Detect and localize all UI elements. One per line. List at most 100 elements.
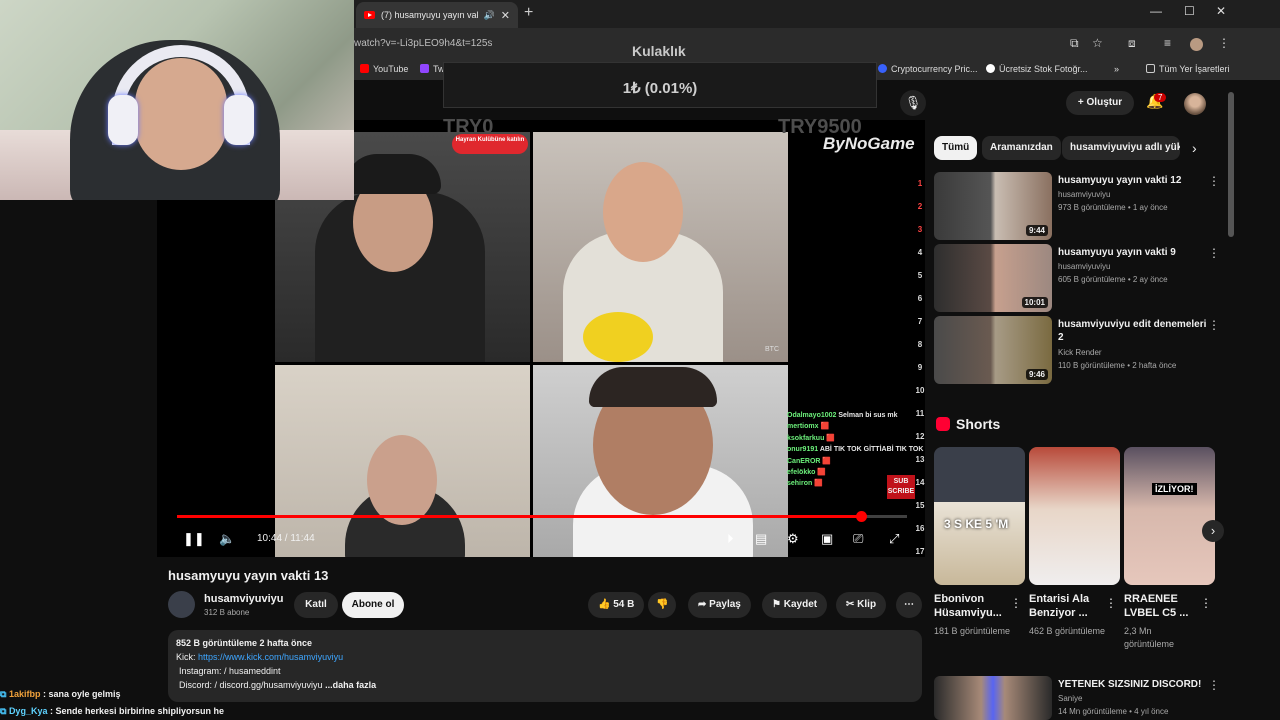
short-title[interactable]: Ebonivon Hüsamviyu... [934, 592, 1014, 620]
profile-icon[interactable] [1190, 38, 1203, 51]
thumbs-up-icon: 👍 [598, 599, 611, 610]
cast-icon[interactable]: ⎚ [853, 531, 863, 547]
bookmark-youtube[interactable]: YouTube [360, 64, 408, 74]
speaker-icon: 🔊 [483, 9, 495, 20]
short-views: 181 B görüntüleme [934, 626, 1011, 636]
recommendation-3[interactable]: 9:46 husamviyuviyu edit denemeleri 2 Kic… [934, 316, 1224, 384]
more-vert-icon[interactable]: ⋮ [1208, 174, 1220, 188]
webcam-overlay [0, 0, 354, 200]
recommendation-4[interactable]: YETENEK SIZSINIZ DISCORD! Saniye 14 Mn g… [934, 676, 1224, 720]
pause-icon[interactable]: ❚❚ [183, 531, 205, 547]
settings-gear-icon[interactable]: ⚙ [787, 531, 799, 547]
progress-bar[interactable] [177, 511, 907, 522]
fullscreen-icon[interactable]: ⤢ [889, 531, 899, 547]
donation-amount: 1₺ (0.01%) [622, 80, 698, 97]
rec-title: YETENEK SIZSINIZ DISCORD! [1058, 679, 1202, 690]
recommendation-2[interactable]: 10:01 husamyuyu yayın vakti 9 husamviyuv… [934, 244, 1224, 312]
bookmarks-overflow[interactable]: » [1114, 64, 1119, 74]
more-vert-icon[interactable]: ⋮ [1105, 596, 1117, 610]
chevron-right-icon[interactable]: › [1192, 140, 1197, 156]
row-number: 17 [915, 547, 925, 556]
short-1[interactable]: 3 S KE 5 'M [934, 447, 1025, 585]
close-tab-icon[interactable]: ✕ [501, 9, 510, 22]
miniplayer-icon[interactable]: ▣ [821, 531, 833, 547]
minimize-button[interactable]: — [1150, 4, 1162, 18]
notification-badge: 7 [1154, 93, 1167, 102]
twitch-chat-overlay: ⧉ 1akifbp : sana oyle gelmiş ⧉ Dyg_Kya :… [0, 686, 224, 720]
subtitles-icon[interactable]: ▤ [755, 531, 767, 547]
duration-badge: 9:44 [1025, 225, 1048, 236]
more-actions-button[interactable]: ⋯ [896, 592, 922, 618]
bookmark-star-icon[interactable]: ☆ [1092, 36, 1103, 50]
row-number: 6 [917, 294, 923, 303]
rec-meta: 110 B görüntüleme • 2 hafta önce [1058, 361, 1177, 370]
short-title[interactable]: Entarisi Ala Benziyor ... [1029, 592, 1109, 620]
install-icon[interactable]: ⧉ [1070, 36, 1079, 51]
menu-icon[interactable]: ⋮ [1218, 36, 1230, 50]
row-number: 7 [917, 317, 923, 326]
scrollbar[interactable] [1228, 92, 1234, 237]
more-vert-icon[interactable]: ⋮ [1208, 678, 1220, 692]
short-title[interactable]: RRAENEE LVBEL C5 ... [1124, 592, 1204, 620]
more-vert-icon[interactable]: ⋮ [1208, 246, 1220, 260]
shorts-next-button[interactable]: › [1202, 520, 1224, 542]
share-button[interactable]: ➦ Paylaş [688, 592, 751, 618]
more-vert-icon[interactable]: ⋮ [1200, 596, 1212, 610]
create-button[interactable]: + Oluştur [1066, 91, 1134, 115]
thumbnail: 9:44 [934, 172, 1052, 240]
join-button[interactable]: Katıl [294, 592, 338, 618]
recommendation-1[interactable]: 9:44 husamyuyu yayın vakti 12 husamviyuv… [934, 172, 1224, 240]
progress-handle[interactable] [856, 511, 867, 522]
avatar[interactable] [1184, 93, 1206, 115]
stream-chat-line: Odalmayo1002 Selman bi sus mk [787, 412, 898, 419]
chip-from-search[interactable]: Aramanızdan [982, 136, 1061, 160]
short-2[interactable] [1029, 447, 1120, 585]
donation-goal-overlay: 1₺ (0.01%) [443, 62, 877, 108]
rec-channel: Saniye [1058, 694, 1083, 703]
media-icon[interactable]: ≡ [1164, 36, 1171, 50]
short-badge: İZLİYOR! [1152, 483, 1197, 495]
thumbnail [934, 676, 1052, 720]
scissors-icon: ✂ [846, 599, 855, 610]
video-title: husamyuyu yayın vakti 13 [168, 568, 329, 583]
volume-icon[interactable]: 🔈 [219, 531, 235, 547]
clip-button[interactable]: ✂ Klip [836, 592, 887, 618]
more-vert-icon[interactable]: ⋮ [1010, 596, 1022, 610]
close-window-button[interactable]: ✕ [1216, 4, 1226, 18]
thumbs-down-icon: 👎 [656, 599, 669, 610]
bookmark-all[interactable]: Tüm Yer İşaretleri [1146, 64, 1230, 74]
maximize-button[interactable]: ☐ [1184, 4, 1195, 18]
show-more-link[interactable]: ...daha fazla [325, 680, 376, 690]
new-tab-button[interactable]: + [524, 4, 533, 22]
row-number: 5 [917, 271, 923, 280]
channel-avatar[interactable] [168, 591, 195, 618]
row-number: 2 [917, 202, 923, 211]
channel-name[interactable]: husamviyuviyu [204, 593, 283, 605]
autoplay-toggle[interactable]: ⏵ [727, 531, 734, 547]
thumbnail: 9:46 [934, 316, 1052, 384]
row-number: 13 [915, 455, 925, 464]
subscribe-button[interactable]: Abone ol [342, 592, 404, 618]
kick-link[interactable]: https://www.kick.com/husamviyuviyu [198, 652, 343, 662]
like-button[interactable]: 👍 54 B [588, 592, 645, 618]
extensions-icon[interactable]: ⧈ [1128, 36, 1136, 51]
more-vert-icon[interactable]: ⋮ [1208, 318, 1220, 332]
mic-icon[interactable]: 🎙 [900, 90, 926, 116]
time-display: 10:44 / 11:44 [257, 533, 315, 544]
dislike-button[interactable]: 👎 [648, 592, 677, 618]
chip-all[interactable]: Tümü [934, 136, 978, 160]
bookmark-stock-photo[interactable]: Ücretsiz Stok Fotoğr... [986, 64, 1088, 74]
description-box[interactable]: 852 B görüntüleme 2 hafta önce Kick: htt… [168, 630, 922, 702]
bookmark-crypto[interactable]: Cryptocurrency Pric... [878, 64, 978, 74]
browser-tab[interactable]: (7) husamyuyu yayın vakti 1 🔊 ✕ [356, 2, 518, 28]
save-button[interactable]: ⚑ Kaydet [762, 592, 828, 618]
row-number: 3 [917, 225, 923, 234]
rec-meta: 973 B görüntüleme • 1 ay önce [1058, 203, 1168, 212]
row-number: 9 [917, 363, 923, 372]
url-field[interactable]: watch?v=-Li3pLEO9h4&t=125s [354, 38, 492, 49]
short-3[interactable]: İZLİYOR! [1124, 447, 1215, 585]
rec-title: husamyuyu yayın vakti 9 [1058, 247, 1176, 258]
chip-channel-uploads[interactable]: husamviyuviyu adlı yükle [1062, 136, 1180, 160]
bookmark-twitch[interactable]: Tw [420, 64, 445, 74]
row-number: 10 [915, 386, 925, 395]
